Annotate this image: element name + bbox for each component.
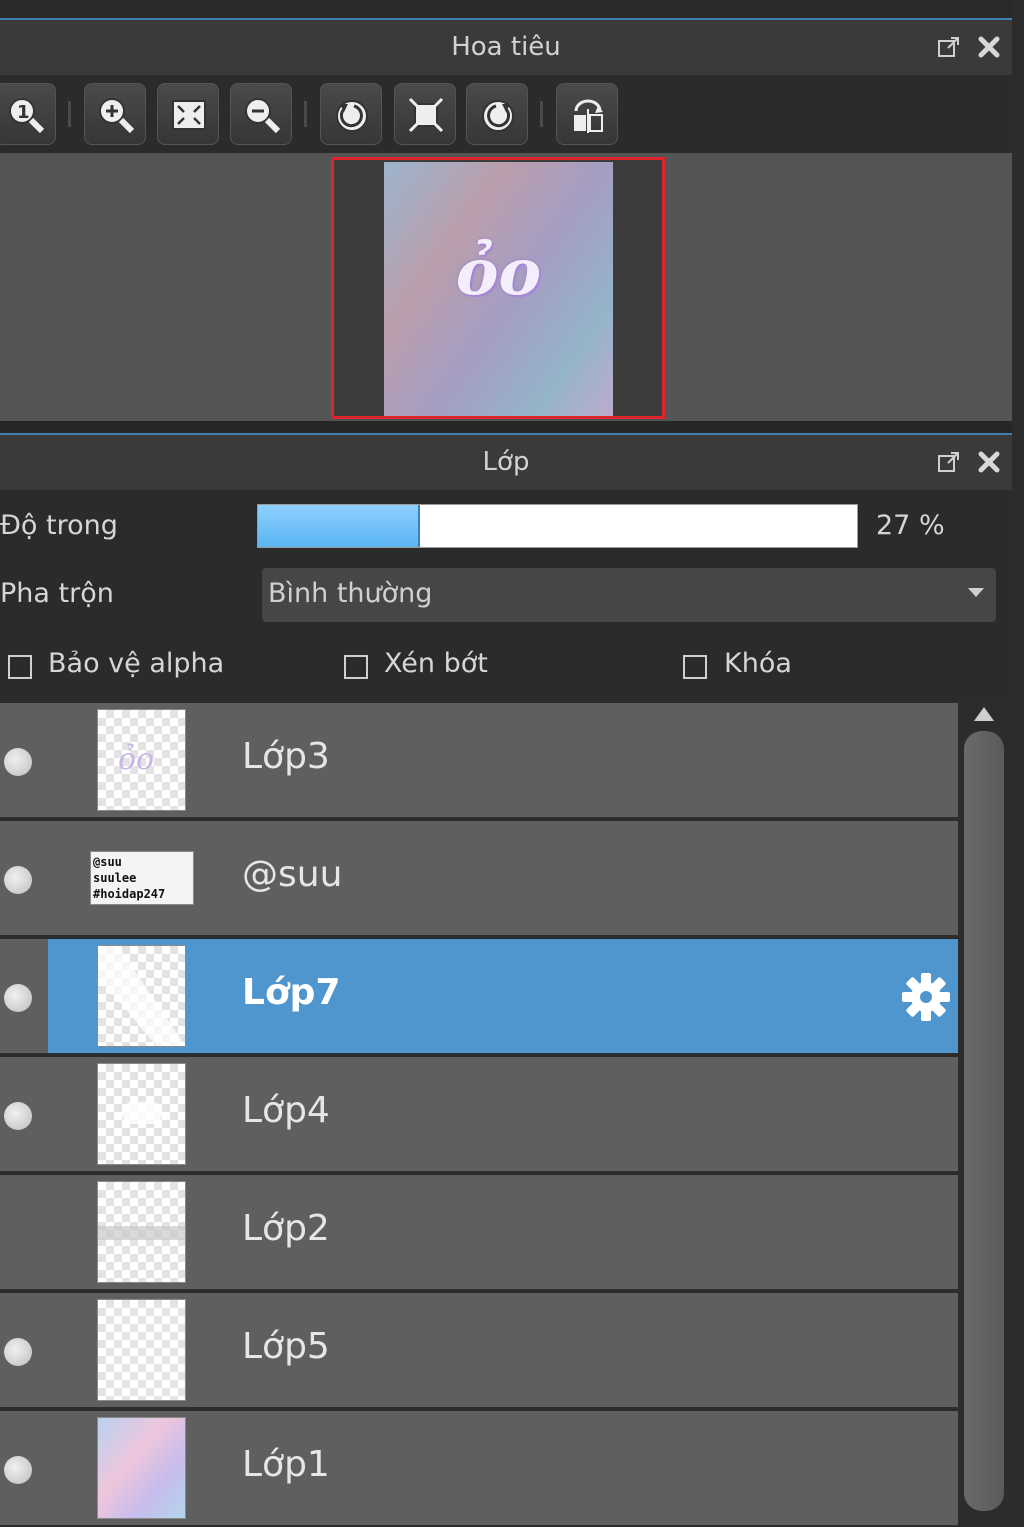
layer-row[interactable]: Lớp1 — [0, 1411, 958, 1527]
opacity-value: 27 % — [876, 510, 945, 541]
flip-horizontal-button[interactable] — [556, 83, 618, 145]
thumb-diagonal-shape — [98, 946, 185, 1046]
layer-row-selected[interactable]: Lớp7 — [0, 939, 958, 1055]
layer-thumbnail — [97, 945, 186, 1047]
layers-title: Lớp — [482, 447, 530, 477]
zoom-out-button[interactable] — [230, 83, 292, 145]
fit-window-button[interactable] — [394, 83, 456, 145]
scrollbar-thumb[interactable] — [964, 731, 1004, 1511]
blend-mode-value: Bình thường — [268, 578, 433, 609]
toolbar-separator — [540, 101, 543, 127]
layer-name: @suu — [242, 854, 343, 895]
popout-icon[interactable] — [936, 449, 962, 475]
rotate-left-button[interactable] — [320, 83, 382, 145]
visibility-eye-icon[interactable] — [4, 1456, 32, 1484]
zoom-in-icon — [99, 98, 135, 134]
opacity-slider-fill — [258, 505, 420, 547]
layer-row[interactable]: ỏo Lớp3 — [0, 703, 958, 819]
layer-name: Lớp2 — [242, 1208, 330, 1249]
visibility-eye-icon[interactable] — [4, 984, 32, 1012]
layer-row[interactable]: Lớp5 — [0, 1293, 958, 1409]
popout-icon[interactable] — [936, 34, 962, 60]
opacity-label: Độ trong — [0, 510, 118, 541]
flip-horizontal-icon — [574, 99, 603, 133]
protect-alpha-checkbox[interactable] — [8, 655, 32, 679]
opacity-slider[interactable] — [257, 504, 858, 548]
clipping-checkbox[interactable] — [344, 655, 368, 679]
panel-divider[interactable] — [0, 421, 1012, 435]
blend-mode-label: Pha trộn — [0, 578, 114, 609]
layer-thumbnail: @suu suulee #hoidap247 — [90, 851, 194, 905]
gear-icon[interactable] — [900, 971, 952, 1023]
close-icon[interactable] — [976, 34, 1002, 60]
clipping-label: Xén bớt — [384, 648, 488, 679]
fit-window-icon — [408, 97, 444, 133]
thumb-line: suulee — [93, 871, 137, 885]
svg-text:1: 1 — [17, 102, 30, 123]
scroll-up-arrow-icon[interactable] — [974, 707, 994, 721]
layer-list: ỏo Lớp3 @suu suulee #hoidap247 @suu Lớp7 — [0, 703, 958, 1527]
zoom-in-button[interactable] — [84, 83, 146, 145]
toolbar-separator — [68, 101, 71, 127]
layer-name: Lớp7 — [242, 972, 341, 1013]
thumb-shape — [122, 1102, 162, 1124]
layer-row[interactable]: Lớp2 — [0, 1175, 958, 1291]
rotate-right-button[interactable] — [466, 83, 528, 145]
visibility-eye-icon[interactable] — [4, 748, 32, 776]
layer-thumbnail — [97, 1181, 186, 1283]
thumb-art-text: ỏo — [118, 742, 155, 777]
rotate-right-icon — [482, 100, 514, 132]
visibility-eye-icon[interactable] — [4, 1338, 32, 1366]
lock-label: Khóa — [724, 648, 792, 679]
layer-row[interactable]: Lớp4 — [0, 1057, 958, 1173]
thumb-text: @suu suulee #hoidap247 — [93, 854, 165, 902]
navigator-toolbar: 1 — [0, 75, 1012, 153]
layer-name: Lớp1 — [242, 1444, 330, 1485]
artwork-title-text: ỏo — [455, 235, 542, 310]
layer-name: Lớp5 — [242, 1326, 330, 1367]
navigator-title: Hoa tiêu — [451, 32, 561, 62]
close-icon[interactable] — [976, 449, 1002, 475]
zoom-out-icon — [245, 98, 281, 134]
top-strip — [0, 0, 1012, 20]
fit-screen-button[interactable] — [157, 83, 219, 145]
thumb-line: @suu — [93, 855, 122, 869]
layer-thumbnail — [97, 1063, 186, 1165]
layer-list-scrollbar[interactable] — [958, 703, 1012, 1511]
layer-thumbnail — [97, 1417, 186, 1519]
thumb-shape — [98, 1226, 185, 1240]
protect-alpha-label: Bảo vệ alpha — [48, 648, 225, 679]
layer-name: Lớp4 — [242, 1090, 330, 1131]
layers-header: Lớp — [0, 435, 1012, 490]
layer-thumbnail — [97, 1299, 186, 1401]
navigator-header: Hoa tiêu — [0, 20, 1012, 75]
blend-mode-select[interactable]: Bình thường — [262, 568, 996, 622]
visibility-eye-icon[interactable] — [4, 866, 32, 894]
toolbar-separator — [304, 101, 307, 127]
fit-screen-icon — [172, 100, 206, 130]
lock-checkbox[interactable] — [683, 655, 707, 679]
layer-row[interactable]: @suu suulee #hoidap247 @suu — [0, 821, 958, 937]
thumb-line: #hoidap247 — [93, 887, 166, 901]
layer-thumbnail: ỏo — [97, 709, 186, 811]
rotate-left-icon — [336, 100, 368, 132]
visibility-eye-icon[interactable] — [4, 1102, 32, 1130]
chevron-down-icon — [968, 588, 984, 597]
zoom-actual-icon: 1 — [9, 98, 45, 134]
zoom-actual-size-button[interactable]: 1 — [0, 83, 56, 145]
layer-name: Lớp3 — [242, 736, 330, 777]
